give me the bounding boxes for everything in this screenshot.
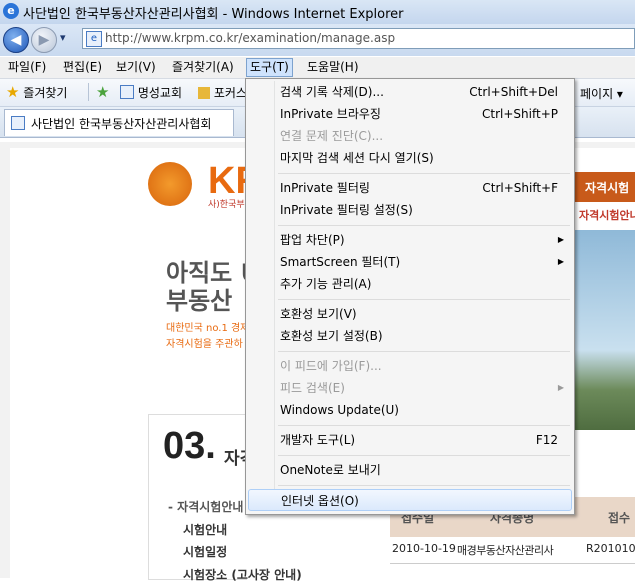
section-number: 03.: [163, 425, 216, 467]
menu-popup-blocker[interactable]: 팝업 차단(P) ▶: [248, 229, 572, 251]
forward-button[interactable]: ▶: [31, 27, 57, 53]
back-button[interactable]: ◀: [3, 27, 29, 53]
menu-compatibility-view[interactable]: 호환성 보기(V): [248, 303, 572, 325]
table-cell-date: 2010-10-19: [392, 542, 456, 555]
favorite-link-1[interactable]: 명성교회: [120, 84, 182, 101]
favorite-link-2[interactable]: 포커스: [198, 84, 247, 101]
menu-separator: [278, 485, 570, 486]
address-bar[interactable]: e http://www.krpm.co.kr/examination/mana…: [82, 28, 635, 49]
menu-file[interactable]: 파일(F): [5, 59, 49, 76]
hero-desc-2: 자격시험을 주관하: [166, 339, 243, 350]
page-icon: [120, 85, 134, 99]
menu-feed-discovery: 피드 검색(E) ▶: [248, 377, 572, 399]
menu-separator: [278, 351, 570, 352]
divider: [88, 83, 89, 101]
address-url[interactable]: http://www.krpm.co.kr/examination/manage…: [105, 31, 395, 45]
table-cell-name: 매경부동산자산관리사: [457, 544, 554, 557]
hero-desc-1: 대한민국 no.1 경제: [166, 323, 250, 334]
menu-smartscreen-filter[interactable]: SmartScreen 필터(T) ▶: [248, 251, 572, 273]
right-banner-text: 자격시험: [585, 181, 630, 195]
favorites-button[interactable]: ★ 즐겨찾기: [6, 83, 67, 101]
menu-internet-options[interactable]: 인터넷 옵션(O): [248, 489, 572, 511]
table-cell-receipt: R2010101: [586, 542, 635, 555]
title-bar: e 사단법인 한국부동산자산관리사협회 - Windows Internet E…: [0, 0, 635, 24]
menu-diagnose-connection: 연결 문제 진단(C)...: [280, 129, 384, 143]
menu-separator: [278, 455, 570, 456]
menu-windows-update[interactable]: Windows Update(U): [248, 399, 572, 421]
menu-subscribe-feed: 이 피드에 가입(F)...: [280, 359, 382, 373]
menu-help[interactable]: 도움말(H): [304, 59, 362, 76]
menu-manage-addons[interactable]: 추가 기능 관리(A): [248, 273, 572, 295]
menu-delete-history[interactable]: 검색 기록 삭제(D)... Ctrl+Shift+Del: [248, 81, 572, 103]
table-row: 2010-10-19 매경부동산자산관리사 R2010101: [390, 537, 635, 564]
menu-inprivate-browsing[interactable]: InPrivate 브라우징 Ctrl+Shift+P: [248, 103, 572, 125]
menu-developer-tools[interactable]: 개발자 도구(L) F12: [248, 429, 572, 451]
menu-separator: [278, 425, 570, 426]
ie-logo-icon: e: [3, 3, 19, 19]
nav-exam-location[interactable]: 시험장소 (고사장 안내): [183, 566, 302, 583]
back-arrow-icon: ◀: [10, 32, 22, 48]
menu-separator: [278, 173, 570, 174]
table-header-receipt: 접수: [608, 511, 631, 525]
menu-separator: [278, 299, 570, 300]
right-subtitle: 자격시험안내: [579, 209, 635, 222]
window-title: 사단법인 한국부동산자산관리사협회 - Windows Internet Exp…: [23, 7, 404, 22]
page-menu-button[interactable]: 페이지 ▾: [580, 85, 623, 102]
menu-inprivate-filtering-settings[interactable]: InPrivate 필터링 설정(S): [248, 199, 572, 221]
menu-send-to-onenote[interactable]: OneNote로 보내기: [248, 459, 572, 481]
page-icon: [11, 116, 25, 130]
menu-tools[interactable]: 도구(T): [246, 58, 293, 77]
krpm-logo-icon: [148, 162, 192, 206]
nav-exam-schedule[interactable]: 시험일정: [183, 543, 227, 560]
menu-inprivate-filtering[interactable]: InPrivate 필터링 Ctrl+Shift+F: [248, 177, 572, 199]
tab-current[interactable]: 사단법인 한국부동산자산관리사협회: [4, 109, 234, 136]
menu-compatibility-view-settings[interactable]: 호환성 보기 설정(B): [248, 325, 572, 347]
forward-arrow-icon: ▶: [38, 32, 50, 48]
submenu-arrow-icon: ▶: [557, 235, 564, 244]
menu-bar: 파일(F) 편집(E) 보기(V) 즐겨찾기(A) 도구(T) 도움말(H): [0, 57, 635, 79]
history-dropdown-button[interactable]: ▾: [60, 31, 66, 44]
tab-title: 사단법인 한국부동산자산관리사협회: [31, 117, 212, 131]
add-favorite-button[interactable]: ★: [96, 83, 109, 101]
menu-reopen-last-session[interactable]: 마지막 검색 세션 다시 열기(S): [248, 147, 572, 169]
favorites-label: 즐겨찾기: [23, 86, 68, 100]
menu-favorites[interactable]: 즐겨찾기(A): [169, 59, 237, 76]
right-banner: 자격시험: [575, 172, 635, 202]
tools-dropdown-menu: 검색 기록 삭제(D)... Ctrl+Shift+Del InPrivate 브…: [245, 78, 575, 515]
favorite-link-label: 포커스: [213, 86, 247, 100]
nav-exam-info[interactable]: 시험안내: [183, 521, 227, 538]
nav-parent[interactable]: - 자격시험안내: [168, 498, 243, 515]
submenu-arrow-icon: ▶: [557, 257, 564, 266]
menu-separator: [278, 225, 570, 226]
menu-view[interactable]: 보기(V): [113, 59, 159, 76]
banner-image: [575, 230, 635, 430]
menu-edit[interactable]: 편집(E): [60, 59, 105, 76]
site-logo-sub: 사)한국부: [208, 200, 245, 210]
hero-headline-2: 부동산: [166, 287, 233, 315]
favorite-link-label: 명성교회: [137, 86, 182, 100]
favorites-star-icon: ★: [6, 83, 20, 101]
chevron-down-icon: ▾: [60, 31, 66, 44]
add-favorite-icon: ★: [96, 83, 110, 101]
submenu-arrow-icon: ▶: [557, 383, 564, 392]
page-icon: e: [86, 31, 102, 47]
folder-icon: [198, 87, 210, 99]
